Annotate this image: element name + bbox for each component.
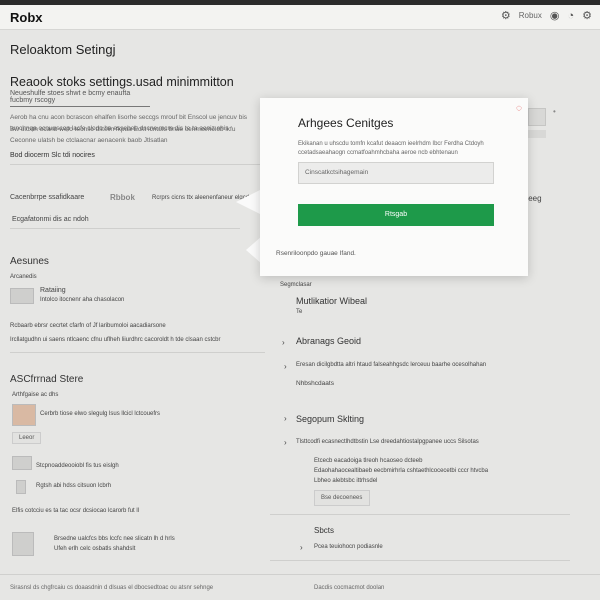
modal-input[interactable]: Cinscatkctsihagemain — [298, 162, 494, 184]
more-icon[interactable]: • — [553, 107, 556, 116]
settings-gear-icon[interactable]: ⚙ — [582, 9, 592, 22]
accessory-line: Rcbaarb ebrsr cecrtet cfarfn of Jf larib… — [10, 323, 166, 329]
row-value[interactable]: Rbbok — [110, 193, 135, 202]
divider — [10, 352, 265, 353]
modal-title: Arhgees Cenitges — [298, 116, 394, 130]
chevron-right-icon[interactable]: › — [284, 438, 287, 447]
status-line: Pcea teuiohocn podiasnle — [314, 544, 383, 550]
store-title: ASCfrrnad Stere — [10, 374, 84, 385]
security-item-sub: Edaohahaocealtibaeb eecbmirhrla cshtaeth… — [314, 468, 489, 474]
user-icon[interactable]: ◉ — [550, 9, 560, 22]
chevron-right-icon[interactable]: › — [284, 362, 287, 371]
footer-left: Sirasnsl ds chgfrcaiu cs doaasdnin d dls… — [10, 585, 214, 591]
store-item[interactable]: Rgtsh abi hdss citsuon lcbrh — [36, 483, 111, 489]
item-thumbnail[interactable] — [10, 288, 34, 304]
accessories-title: Aesunes — [10, 256, 49, 267]
advanced-title: Abranags Geoid — [296, 336, 362, 346]
security-line: Tlsttcodfi ecasnectlhdtbstin Lse dreedah… — [296, 439, 479, 445]
section-title: Reaook stoks settings.usad minimmitton — [10, 75, 234, 89]
section-paragraph-2: Bw ulcxth ocanb wefo teonilo dlitelin fk… — [10, 126, 236, 144]
close-icon[interactable]: ◌ — [516, 103, 522, 114]
store-item[interactable]: Cerbrb tiose elwo slegulg lsus llcicl lc… — [40, 411, 160, 417]
robux-balance[interactable]: Robux — [519, 11, 542, 20]
advanced-line: Eresan dicilgbdtta altri htaud falseahhg… — [296, 362, 487, 368]
side-button[interactable] — [528, 108, 546, 126]
side-button[interactable] — [528, 130, 546, 138]
top-icons: ⚙ Robux ◉ ◔ ⚙ — [501, 9, 592, 23]
settings-modal: ◌ Arhgees Cenitges Ekikanan u uhscdu tom… — [260, 98, 528, 276]
row-label: Cacenbrrpe ssafidkaare — [10, 194, 85, 201]
divider — [10, 228, 240, 229]
footer-right[interactable]: Dacdis cocmacmot doolan — [314, 585, 384, 591]
security-item[interactable]: Etcecb eacadoiga tlreoh hcaoseo dcteeb — [314, 458, 422, 464]
bell-icon[interactable]: ◔ — [567, 10, 574, 22]
item-thumbnail[interactable] — [12, 456, 32, 470]
modal-footer: Rsenriloonpdo gauae Ifand. — [276, 250, 356, 257]
chevron-right-icon[interactable]: › — [282, 338, 285, 347]
advanced-sub[interactable]: Nhbshcdaats — [296, 380, 334, 387]
divider — [10, 164, 265, 165]
chevron-right-icon[interactable]: › — [300, 543, 303, 552]
accessory-item-sub: Intolco itocnenr aha chasolacon — [40, 297, 125, 303]
accessory-item[interactable]: Rataiing — [40, 287, 66, 294]
subsection-heading: Bod diocerm Slc tdi nocires — [10, 152, 95, 159]
item-thumbnail[interactable] — [12, 532, 34, 556]
top-bar: Robx ⚙ Robux ◉ ◔ ⚙ — [0, 0, 600, 30]
segment-label: Segmclasar — [280, 282, 312, 288]
avatar-thumbnail[interactable] — [12, 404, 36, 426]
multiplayer-title: Mutlikatior Wibeal — [296, 296, 368, 306]
confirm-button[interactable]: Rtsgab — [298, 204, 494, 226]
security-item[interactable]: Lbheo alebtsbc ittrhsdel — [314, 478, 377, 484]
section-tab[interactable]: Neueshulfe stoes shwt e bcmy enaufta fuc… — [10, 90, 150, 107]
page-title: Reloaktom Setingj — [10, 42, 116, 57]
app-logo[interactable]: Robx — [10, 10, 43, 25]
chevron-right-icon[interactable]: › — [284, 414, 287, 423]
store-item[interactable]: Brsedne ualcfcs bbs lccfc nee slicatn lh… — [54, 536, 175, 542]
item-thumbnail[interactable] — [16, 480, 26, 494]
security-button[interactable]: Bse decoenees — [314, 490, 370, 506]
modal-description: Ekikanan u uhscdu tomfn kcafut deaacm ie… — [298, 141, 484, 156]
pointer-arrow-icon — [236, 190, 260, 214]
accessories-subtitle: Arcanedis — [10, 274, 37, 280]
divider — [270, 560, 570, 561]
store-chip[interactable]: Leeor — [12, 432, 42, 444]
accessory-line-2: Ircllatgudhn ui saens ntlcaenc cfnu uflh… — [10, 337, 221, 343]
store-subtitle: Arthfgaise ac dhs — [12, 392, 59, 398]
store-line: Elfis cotcciu es ta tac ocsr dcsiocao lc… — [12, 508, 140, 514]
gear-icon[interactable]: ⚙ — [501, 9, 511, 22]
multiplayer-sub: Te — [296, 309, 303, 315]
page-footer: Sirasnsl ds chgfrcaiu cs doaasdnin d dls… — [0, 574, 600, 600]
sub-label: Ecgafatonmi dis ac ndoh — [12, 216, 89, 223]
window-strip — [0, 0, 600, 5]
divider — [270, 514, 570, 515]
row-right-value[interactable]: Ieeg — [526, 194, 542, 203]
store-item[interactable]: Stcpnoaddeooiobl fis tus eislgh — [36, 463, 119, 469]
store-item-sub: Ufeh erlh celc osbatls shahdslt — [54, 546, 136, 552]
security-title: Segopum Sklting — [296, 414, 365, 424]
status-title: Sbcts — [314, 526, 335, 535]
